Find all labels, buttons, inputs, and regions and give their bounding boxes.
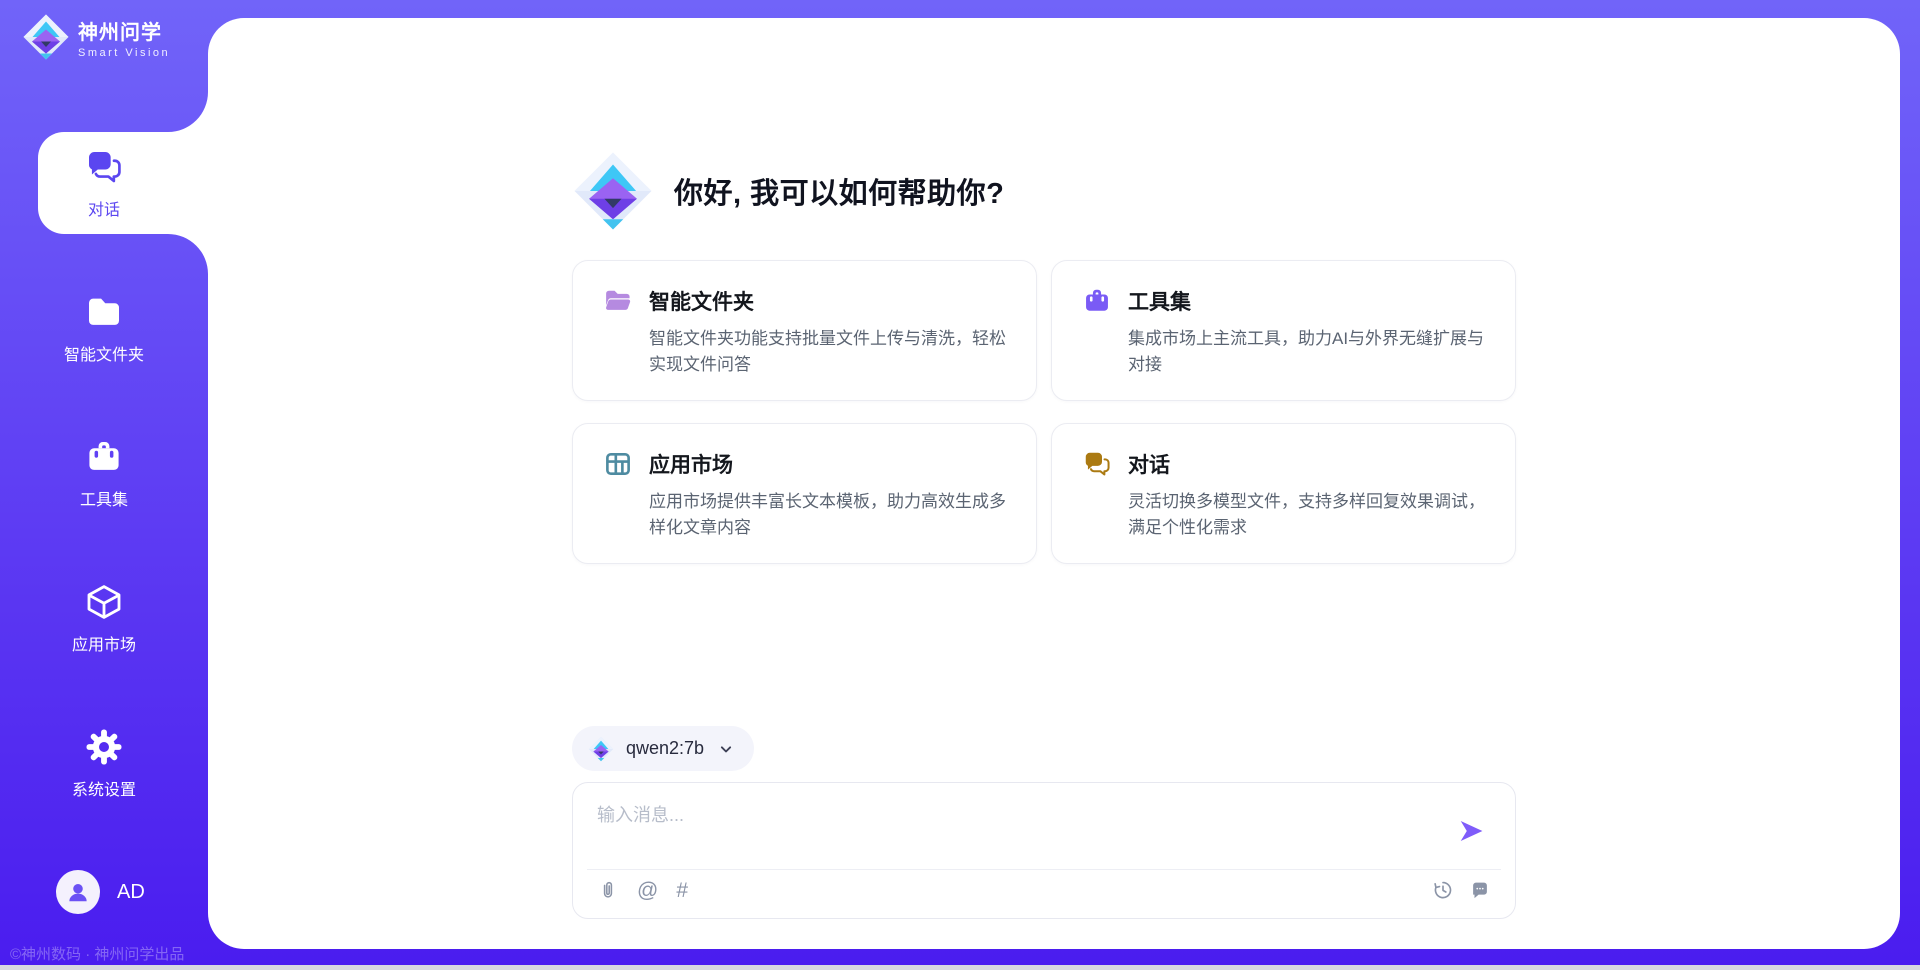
hashtag-button[interactable]: # — [676, 880, 688, 901]
sidebar-item-label: 智能文件夹 — [64, 341, 144, 365]
user-initials: AD — [117, 881, 145, 904]
cube-icon — [84, 582, 124, 622]
card-title: 应用市场 — [649, 449, 733, 479]
gear-icon — [84, 727, 124, 767]
card-description: 应用市场提供丰富长文本模板，助力高效生成多样化文章内容 — [649, 489, 1006, 540]
folder-open-icon — [603, 286, 633, 316]
sidebar-item-label: 系统设置 — [72, 776, 136, 800]
sidebar-item-chat[interactable]: 对话 — [0, 132, 208, 234]
feature-cards: 智能文件夹 智能文件夹功能支持批量文件上传与清洗，轻松实现文件问答 工具集 集成… — [572, 260, 1516, 564]
message-input[interactable] — [597, 801, 1437, 859]
folder-icon — [84, 292, 124, 332]
brand-subtitle: Smart Vision — [78, 47, 170, 59]
copyright-footer: ©神州数码 · 神州问学出品 — [10, 943, 184, 964]
user-profile[interactable]: AD — [56, 870, 145, 914]
assistant-diamond-icon — [572, 150, 654, 232]
card-description: 智能文件夹功能支持批量文件上传与清洗，轻松实现文件问答 — [649, 326, 1006, 377]
attachment-button[interactable] — [597, 879, 619, 901]
card-smart-folder[interactable]: 智能文件夹 智能文件夹功能支持批量文件上传与清洗，轻松实现文件问答 — [572, 260, 1037, 401]
sidebar-nav: 对话 智能文件夹 工具集 应用市场 — [0, 132, 208, 814]
composer-divider — [587, 869, 1501, 870]
sidebar-item-app-market[interactable]: 应用市场 — [0, 567, 208, 669]
sidebar-item-label: 对话 — [88, 196, 120, 220]
person-icon — [65, 879, 91, 905]
toolbox-icon — [1082, 286, 1112, 316]
chevron-down-icon — [716, 739, 736, 759]
brand-diamond-icon — [22, 13, 70, 61]
avatar — [56, 870, 100, 914]
send-icon[interactable] — [1457, 817, 1485, 845]
model-diamond-icon — [588, 736, 614, 762]
mention-button[interactable]: @ — [637, 880, 658, 901]
chat-icon — [84, 147, 124, 187]
card-title: 对话 — [1128, 449, 1170, 479]
card-title: 智能文件夹 — [649, 286, 754, 316]
model-name: qwen2:7b — [626, 738, 704, 759]
tab-fillet-bottom — [168, 234, 208, 274]
card-description: 灵活切换多模型文件，支持多样回复效果调试，满足个性化需求 — [1128, 489, 1485, 540]
greeting-text: 你好, 我可以如何帮助你? — [674, 170, 1004, 212]
sidebar: 神州问学 Smart Vision 对话 智能文件夹 工具集 应用市场 — [0, 0, 208, 970]
brand-name: 神州问学 — [78, 16, 170, 45]
message-composer: @ # — [572, 782, 1516, 919]
horizontal-scrollbar[interactable] — [0, 965, 1920, 970]
chat-log-button[interactable] — [1469, 879, 1491, 901]
grid-icon — [603, 449, 633, 479]
toolbox-icon — [84, 437, 124, 477]
history-icon — [1432, 879, 1454, 901]
card-toolset[interactable]: 工具集 集成市场上主流工具，助力AI与外界无缝扩展与对接 — [1051, 260, 1516, 401]
greeting-row: 你好, 我可以如何帮助你? — [572, 18, 1516, 232]
model-selector[interactable]: qwen2:7b — [572, 726, 754, 771]
brand-logo: 神州问学 Smart Vision — [22, 13, 170, 61]
card-description: 集成市场上主流工具，助力AI与外界无缝扩展与对接 — [1128, 326, 1485, 377]
paperclip-icon — [597, 879, 619, 901]
sidebar-item-label: 工具集 — [80, 486, 128, 510]
tab-fillet-top — [168, 92, 208, 132]
sidebar-item-smart-folder[interactable]: 智能文件夹 — [0, 277, 208, 379]
sidebar-item-label: 应用市场 — [72, 631, 136, 655]
history-button[interactable] — [1432, 879, 1454, 901]
chat-icon — [1082, 449, 1112, 479]
card-title: 工具集 — [1128, 286, 1191, 316]
chat-bubble-icon — [1469, 879, 1491, 901]
sidebar-item-toolset[interactable]: 工具集 — [0, 422, 208, 524]
card-chat[interactable]: 对话 灵活切换多模型文件，支持多样回复效果调试，满足个性化需求 — [1051, 423, 1516, 564]
card-app-market[interactable]: 应用市场 应用市场提供丰富长文本模板，助力高效生成多样化文章内容 — [572, 423, 1037, 564]
sidebar-item-settings[interactable]: 系统设置 — [0, 712, 208, 814]
main-panel: 你好, 我可以如何帮助你? 智能文件夹 智能文件夹功能支持批量文件上传与清洗，轻… — [208, 18, 1900, 949]
